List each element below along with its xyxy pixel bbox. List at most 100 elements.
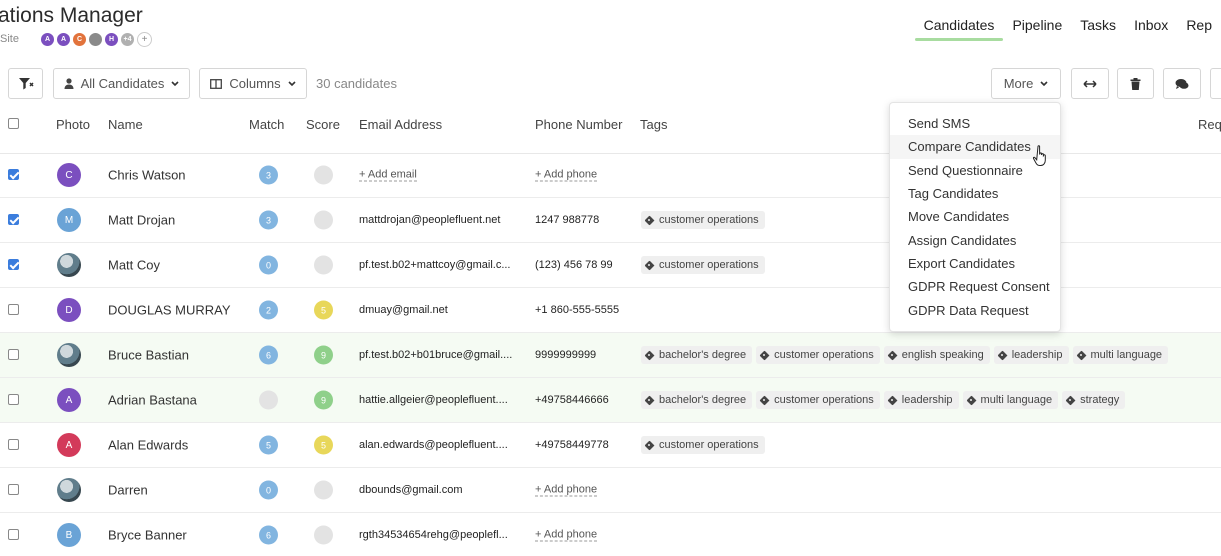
candidate-name[interactable]: Adrian Bastana bbox=[108, 393, 197, 408]
candidate-name[interactable]: Alan Edwards bbox=[108, 438, 188, 453]
candidate-name[interactable]: Darren bbox=[108, 483, 148, 498]
menu-item-gdpr-request-consent[interactable]: GDPR Request Consent bbox=[890, 275, 1060, 298]
team-avatar[interactable] bbox=[88, 32, 103, 47]
add-phone-link[interactable]: + Add phone bbox=[535, 169, 598, 182]
tab-tasks[interactable]: Tasks bbox=[1071, 17, 1125, 41]
table-row[interactable]: Bruce Bastian 6 9 pf.test.b02+b01bruce@gmai… bbox=[0, 333, 1221, 378]
tag-chip[interactable]: leadership bbox=[993, 346, 1069, 364]
table-row[interactable]: B Bryce Banner 6 rgth34534654rehg@peoplefl.… bbox=[0, 513, 1221, 556]
email-address[interactable]: rgth34534654rehg@peoplefl... bbox=[359, 529, 508, 541]
header-name[interactable]: Name bbox=[108, 117, 143, 132]
header-photo[interactable]: Photo bbox=[56, 117, 90, 132]
table-row[interactable]: A Alan Edwards 5 5 alan.edwards@peoplefluent… bbox=[0, 423, 1221, 468]
extra-button[interactable] bbox=[1210, 68, 1221, 99]
tag-chip[interactable]: bachelor's degree bbox=[641, 391, 753, 409]
row-checkbox[interactable] bbox=[8, 529, 19, 540]
tag-chip[interactable]: customer operations bbox=[641, 436, 765, 454]
all-candidates-dropdown[interactable]: All Candidates bbox=[53, 68, 190, 99]
header-score[interactable]: Score bbox=[306, 117, 340, 132]
phone-number[interactable]: +49758449778 bbox=[535, 439, 609, 451]
header-match[interactable]: Match bbox=[249, 117, 284, 132]
candidate-name[interactable]: Bryce Banner bbox=[108, 528, 187, 543]
menu-item-export-candidates[interactable]: Export Candidates bbox=[890, 252, 1060, 275]
phone-number[interactable]: +1 860-555-5555 bbox=[535, 304, 619, 316]
row-checkbox[interactable] bbox=[8, 349, 19, 360]
tag-label: customer operations bbox=[659, 439, 759, 451]
expand-width-button[interactable] bbox=[1071, 68, 1109, 99]
tag-chip[interactable]: customer operations bbox=[641, 211, 765, 229]
tab-pipeline[interactable]: Pipeline bbox=[1003, 17, 1071, 41]
candidate-name[interactable]: Chris Watson bbox=[108, 168, 186, 183]
email-address[interactable]: pf.test.b02+b01bruce@gmail.... bbox=[359, 349, 512, 361]
select-all-checkbox[interactable] bbox=[8, 118, 19, 129]
row-checkbox[interactable] bbox=[8, 394, 19, 405]
menu-item-assign-candidates[interactable]: Assign Candidates bbox=[890, 228, 1060, 251]
email-address[interactable]: alan.edwards@peoplefluent.... bbox=[359, 439, 508, 451]
tag-chip[interactable]: customer operations bbox=[756, 391, 880, 409]
team-avatar[interactable]: A bbox=[40, 32, 55, 47]
tag-chip[interactable]: bachelor's degree bbox=[641, 346, 753, 364]
delete-button[interactable] bbox=[1117, 68, 1154, 99]
match-badge: 3 bbox=[259, 165, 278, 185]
tab-rep[interactable]: Rep bbox=[1177, 17, 1221, 41]
row-checkbox[interactable] bbox=[8, 439, 19, 450]
team-avatar[interactable]: +4 bbox=[120, 32, 135, 47]
phone-number[interactable]: 1247 988778 bbox=[535, 214, 599, 226]
tag-chip[interactable]: customer operations bbox=[756, 346, 880, 364]
header-email[interactable]: Email Address bbox=[359, 117, 442, 132]
team-avatar[interactable]: C bbox=[72, 32, 87, 47]
candidate-name[interactable]: DOUGLAS MURRAY bbox=[108, 303, 231, 318]
row-checkbox[interactable] bbox=[8, 259, 19, 270]
tab-candidates[interactable]: Candidates bbox=[914, 17, 1004, 41]
more-label: More bbox=[1003, 76, 1034, 91]
add-phone-link[interactable]: + Add phone bbox=[535, 484, 598, 497]
columns-dropdown[interactable]: Columns bbox=[199, 68, 307, 99]
phone-number[interactable]: +49758446666 bbox=[535, 394, 609, 406]
candidate-name[interactable]: Matt Drojan bbox=[108, 213, 175, 228]
phone-number[interactable]: (123) 456 78 99 bbox=[535, 259, 613, 271]
columns-label: Columns bbox=[229, 76, 281, 91]
tag-chip[interactable]: multi language bbox=[1072, 346, 1169, 364]
message-button[interactable] bbox=[1163, 68, 1201, 99]
tab-inbox[interactable]: Inbox bbox=[1125, 17, 1177, 41]
tag-chip[interactable]: leadership bbox=[883, 391, 959, 409]
candidate-name[interactable]: Bruce Bastian bbox=[108, 348, 189, 363]
more-button[interactable]: More bbox=[991, 68, 1061, 99]
row-checkbox[interactable] bbox=[8, 484, 19, 495]
team-avatar[interactable]: A bbox=[56, 32, 71, 47]
phone-number[interactable]: 9999999999 bbox=[535, 349, 596, 361]
email-address[interactable]: mattdrojan@peoplefluent.net bbox=[359, 214, 500, 226]
header-requisition[interactable]: Requ bbox=[1198, 117, 1221, 132]
candidate-name[interactable]: Matt Coy bbox=[108, 258, 160, 273]
header-phone[interactable]: Phone Number bbox=[535, 117, 622, 132]
menu-item-send-sms[interactable]: Send SMS bbox=[890, 112, 1060, 135]
tag-label: leadership bbox=[901, 394, 953, 406]
team-avatars[interactable]: A A C H +4 + bbox=[40, 32, 152, 47]
tag-list: customer operations bbox=[641, 211, 765, 229]
add-member-button[interactable]: + bbox=[137, 32, 152, 47]
row-checkbox[interactable] bbox=[8, 169, 19, 180]
filter-clear-button[interactable] bbox=[8, 68, 43, 99]
table-row[interactable]: Darren 0 dbounds@gmail.com + Add phone bbox=[0, 468, 1221, 513]
email-address[interactable]: dbounds@gmail.com bbox=[359, 484, 463, 496]
table-row[interactable]: A Adrian Bastana 9 hattie.allgeier@peoplefl… bbox=[0, 378, 1221, 423]
tag-chip[interactable]: customer operations bbox=[641, 256, 765, 274]
menu-item-move-candidates[interactable]: Move Candidates bbox=[890, 205, 1060, 228]
tag-chip[interactable]: strategy bbox=[1062, 391, 1126, 409]
add-email-link[interactable]: + Add email bbox=[359, 169, 417, 182]
menu-item-tag-candidates[interactable]: Tag Candidates bbox=[890, 182, 1060, 205]
menu-item-gdpr-data-request[interactable]: GDPR Data Request bbox=[890, 298, 1060, 321]
row-checkbox[interactable] bbox=[8, 304, 19, 315]
tag-chip[interactable]: english speaking bbox=[883, 346, 990, 364]
email-address[interactable]: dmuay@gmail.net bbox=[359, 304, 448, 316]
row-checkbox[interactable] bbox=[8, 214, 19, 225]
tag-list: customer operations bbox=[641, 436, 765, 454]
tag-chip[interactable]: multi language bbox=[962, 391, 1059, 409]
team-avatar[interactable]: H bbox=[104, 32, 119, 47]
columns-icon bbox=[210, 78, 223, 89]
header-tags[interactable]: Tags bbox=[640, 117, 667, 132]
add-phone-link[interactable]: + Add phone bbox=[535, 529, 598, 542]
email-address[interactable]: hattie.allgeier@peoplefluent.... bbox=[359, 394, 508, 406]
email-address[interactable]: pf.test.b02+mattcoy@gmail.c... bbox=[359, 259, 510, 271]
tag-icon bbox=[761, 396, 770, 405]
